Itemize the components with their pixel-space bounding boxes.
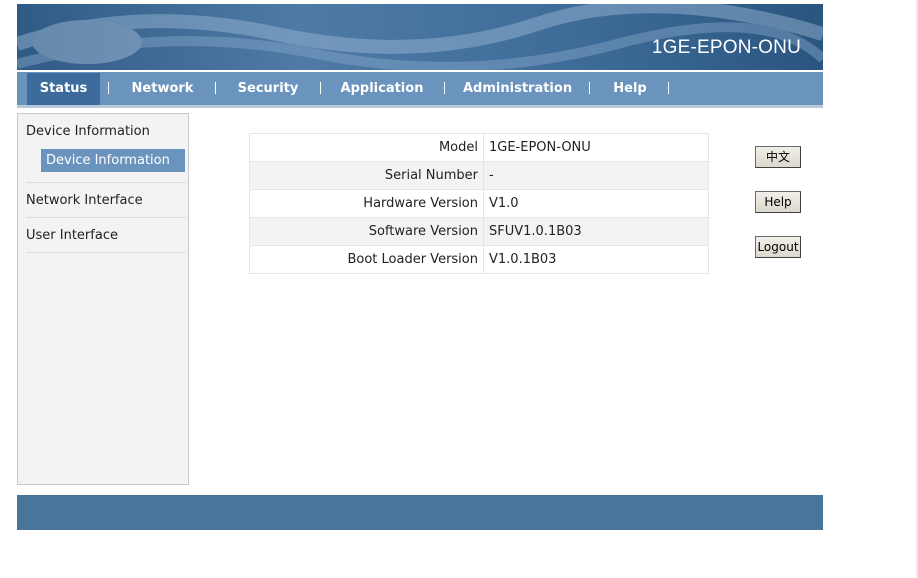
table-row: Serial Number - — [249, 161, 709, 190]
sidebar-divider — [26, 252, 186, 253]
tab-administration[interactable]: Administration — [463, 73, 572, 105]
sidebar-item-network-interface[interactable]: Network Interface — [26, 193, 178, 208]
language-button[interactable]: 中文 — [755, 146, 801, 168]
tab-help[interactable]: Help — [609, 73, 651, 105]
sidebar-item-user-interface[interactable]: User Interface — [26, 228, 178, 243]
tab-network[interactable]: Network — [126, 73, 199, 105]
logout-button[interactable]: Logout — [755, 236, 801, 258]
help-button[interactable]: Help — [755, 191, 801, 213]
sidebar-section-device-information[interactable]: Device Information — [26, 124, 178, 139]
footer-bar — [17, 495, 823, 530]
nav-separator — [108, 82, 109, 94]
table-row: Hardware Version V1.0 — [249, 189, 709, 218]
sidebar: Device Information Device Information Ne… — [17, 113, 189, 485]
sidebar-divider — [26, 217, 186, 218]
row-value-software-version: SFUV1.0.1B03 — [483, 217, 709, 246]
tab-status[interactable]: Status — [27, 73, 100, 105]
row-value-boot-loader-version: V1.0.1B03 — [483, 245, 709, 274]
nav-separator — [320, 82, 321, 94]
table-row: Boot Loader Version V1.0.1B03 — [249, 245, 709, 274]
nav-separator — [668, 82, 669, 94]
row-label-hardware-version: Hardware Version — [249, 189, 484, 218]
row-value-serial-number: - — [483, 161, 709, 190]
row-label-model: Model — [249, 133, 484, 162]
sidebar-item-device-information[interactable]: Device Information — [41, 149, 185, 172]
main-nav: Status Network Security Application Admi… — [17, 72, 823, 108]
header-banner: 1GE-EPON-ONU — [17, 4, 823, 70]
device-title: 1GE-EPON-ONU — [651, 37, 801, 58]
tab-security[interactable]: Security — [231, 73, 305, 105]
table-row: Software Version SFUV1.0.1B03 — [249, 217, 709, 246]
tab-application[interactable]: Application — [339, 73, 425, 105]
nav-separator — [444, 82, 445, 94]
row-value-model: 1GE-EPON-ONU — [483, 133, 709, 162]
device-info-table: Model 1GE-EPON-ONU Serial Number - Hardw… — [249, 133, 709, 274]
sidebar-divider — [26, 182, 186, 183]
row-label-boot-loader-version: Boot Loader Version — [249, 245, 484, 274]
row-value-hardware-version: V1.0 — [483, 189, 709, 218]
row-label-software-version: Software Version — [249, 217, 484, 246]
nav-separator — [215, 82, 216, 94]
nav-separator — [589, 82, 590, 94]
row-label-serial-number: Serial Number — [249, 161, 484, 190]
table-row: Model 1GE-EPON-ONU — [249, 133, 709, 162]
